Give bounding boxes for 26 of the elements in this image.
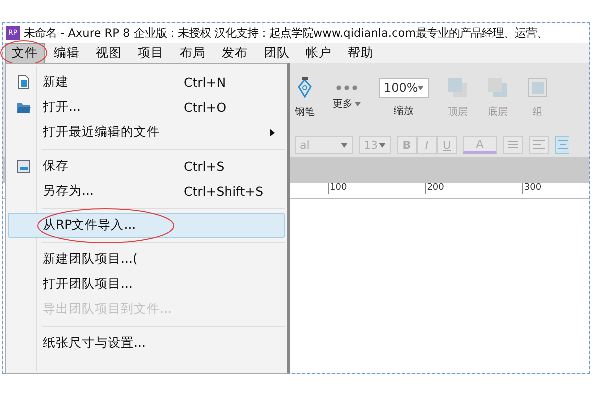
window-title: 未命名 - Axure RP 8 企业版：未授权 汉化支持：起点学院www.qidianla.com最专业的产品经理、运营、 [24,26,548,40]
menu-item[interactable]: 视图 [89,42,129,64]
menu-item[interactable]: 打开... Ctrl+O [8,95,285,120]
menu-item[interactable]: 团队 [257,42,297,64]
menu-item[interactable]: 从RP文件导入... [8,213,285,238]
menu-item[interactable]: 另存为... Ctrl+Shift+S [8,179,285,204]
zoom-field[interactable]: 100% [379,78,429,98]
menu-item[interactable]: 布局 [173,42,213,64]
menu-item[interactable]: 帮助 [341,42,381,64]
toolbar-button[interactable]: 钢笔 [295,77,315,119]
ruler-label: 300 [522,183,542,194]
ruler-label: 100 [328,183,348,194]
menu-item[interactable]: 纸张尺寸与设置... [8,331,285,356]
menu-item[interactable]: 新建 Ctrl+N [8,70,285,95]
toolbar-button[interactable]: 更多 [333,85,361,111]
menu-item[interactable]: 编辑 [47,42,87,64]
menu-item[interactable]: 打开最近编辑的文件 [8,120,285,145]
menu-item[interactable]: 文件 [5,42,45,64]
toolbar-label: 缩放 [394,104,414,118]
ruler-label: 200 [425,183,444,194]
menu-item[interactable]: 项目 [131,42,171,64]
menu-item[interactable]: 帐户 [299,42,339,64]
menu-item[interactable]: 发布 [215,42,255,64]
menu-item[interactable]: 保存 Ctrl+S [8,154,285,179]
menu-item[interactable]: 新建团队项目...( [8,247,285,272]
menu-item[interactable]: 打开团队项目... [8,272,285,297]
